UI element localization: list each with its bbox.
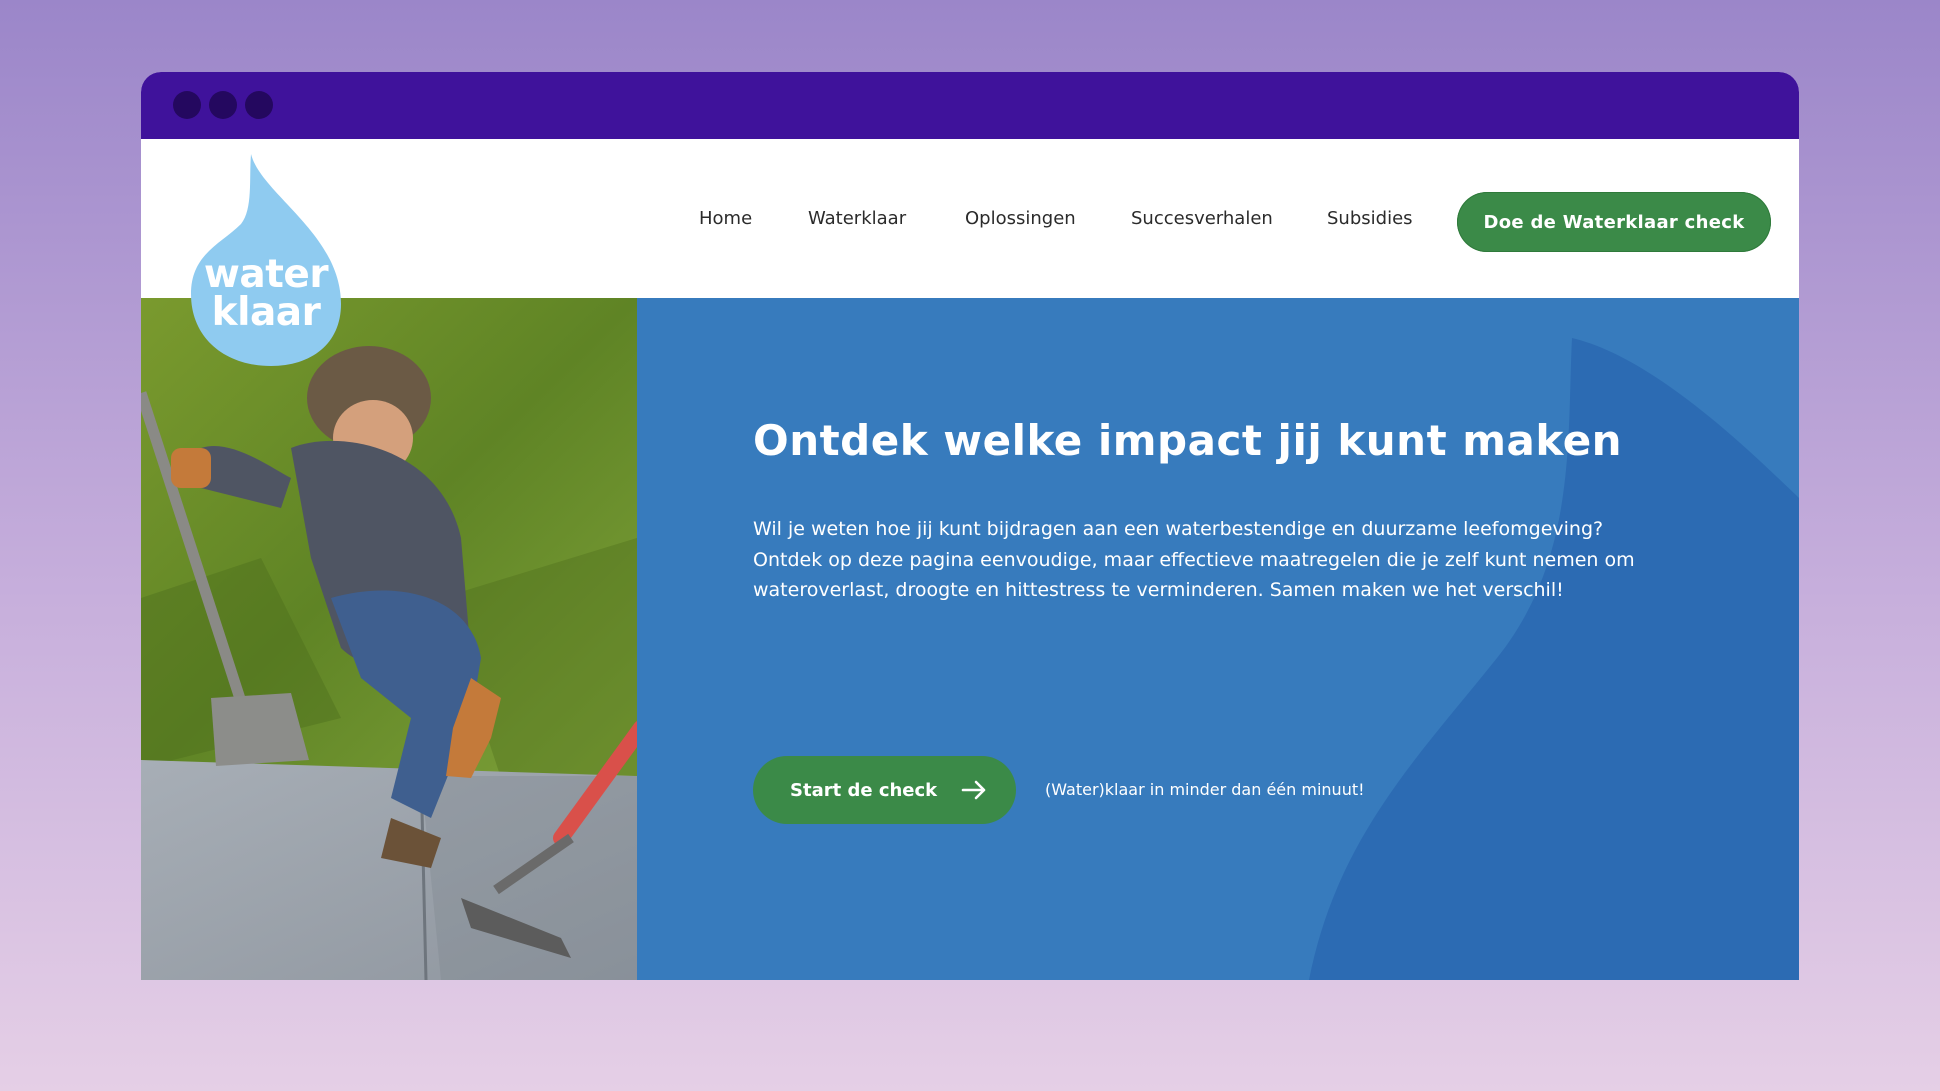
waterklaar-logo[interactable]: water klaar bbox=[191, 154, 341, 366]
browser-titlebar bbox=[141, 72, 1799, 139]
nav-item-subsidies[interactable]: Subsidies bbox=[1327, 139, 1413, 299]
check-duration-hint: (Water)klaar in minder dan één minuut! bbox=[1045, 780, 1365, 799]
start-check-label: Start de check bbox=[790, 779, 938, 801]
hero-photo-illustration bbox=[141, 298, 637, 980]
hero-title: Ontdek welke impact jij kunt maken bbox=[753, 416, 1623, 465]
window-maximize-dot[interactable] bbox=[245, 91, 273, 119]
browser-window: Home Waterklaar Oplossingen Succesverhal… bbox=[141, 72, 1799, 980]
window-minimize-dot[interactable] bbox=[209, 91, 237, 119]
waterklaar-check-button[interactable]: Doe de Waterklaar check bbox=[1457, 192, 1771, 252]
arrow-right-icon bbox=[961, 780, 986, 800]
window-close-dot[interactable] bbox=[173, 91, 201, 119]
nav-item-home[interactable]: Home bbox=[699, 139, 752, 299]
hero-section: Ontdek welke impact jij kunt maken Wil j… bbox=[637, 298, 1799, 980]
logo-text-line2: klaar bbox=[211, 290, 321, 335]
logo-text-line1: water bbox=[203, 252, 329, 297]
nav-item-waterklaar[interactable]: Waterklaar bbox=[808, 139, 906, 299]
hero-description: Wil je weten hoe jij kunt bijdragen aan … bbox=[753, 518, 1635, 601]
hero-background-shape bbox=[1309, 338, 1799, 980]
start-check-button[interactable]: Start de check bbox=[753, 756, 1016, 824]
hero-photo bbox=[141, 298, 637, 980]
nav-item-succesverhalen[interactable]: Succesverhalen bbox=[1131, 139, 1273, 299]
nav-item-oplossingen[interactable]: Oplossingen bbox=[965, 139, 1076, 299]
